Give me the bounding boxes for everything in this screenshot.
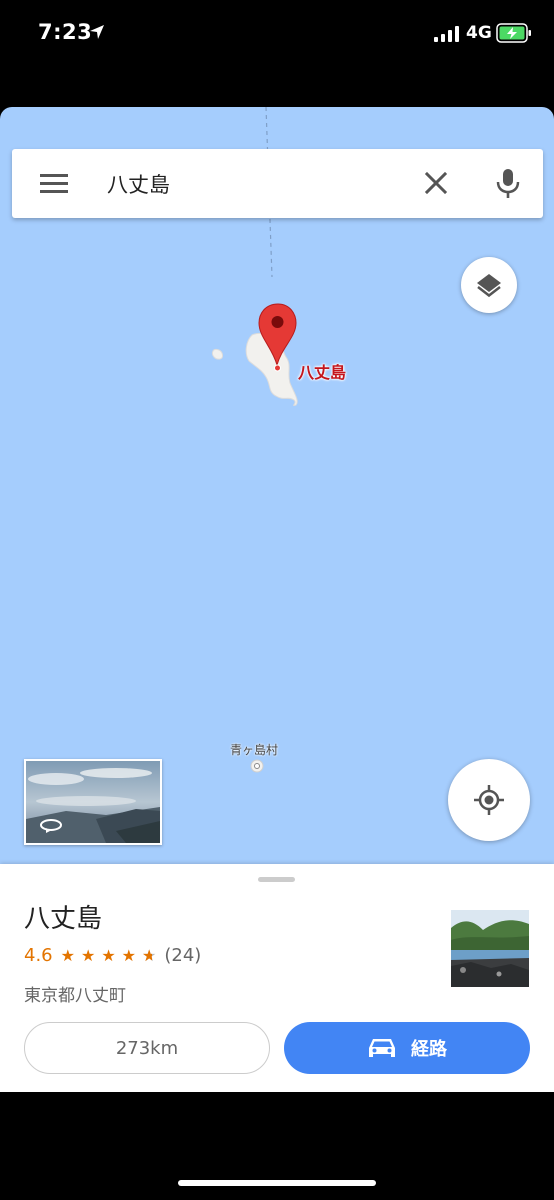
map-view[interactable]: 八丈島 青ヶ島村 [0, 107, 554, 867]
home-indicator[interactable] [178, 1180, 376, 1186]
place-photo-image [451, 910, 529, 987]
search-input[interactable]: 八丈島 [107, 169, 170, 199]
signal-bars-icon [434, 26, 459, 42]
map-label-hachijojima[interactable]: 八丈島 [298, 359, 346, 383]
place-photo[interactable] [451, 910, 529, 987]
my-location-button[interactable] [448, 759, 530, 841]
directions-button[interactable]: 経路 [284, 1022, 530, 1074]
star-rating: ★★★★★ [61, 946, 163, 965]
network-type: 4G [466, 23, 492, 43]
status-time: 7:23 [38, 20, 93, 44]
rotate-360-icon [40, 819, 62, 833]
layers-icon [477, 274, 501, 298]
close-icon[interactable] [422, 169, 450, 197]
distance-label: 273km [115, 1037, 179, 1059]
review-count: (24) [164, 944, 202, 966]
kojima-island [212, 348, 223, 360]
place-sheet[interactable]: 八丈島 4.6 ★★★★★ (24) 東京都八丈町 273km [0, 864, 554, 1092]
half-star-icon: ★ [142, 946, 162, 965]
search-bar[interactable]: 八丈島 [12, 149, 543, 218]
distance-button[interactable]: 273km [24, 1022, 270, 1074]
battery-charging-icon [496, 23, 531, 43]
directions-label: 経路 [411, 1039, 447, 1060]
menu-icon[interactable] [40, 171, 68, 195]
rating-value: 4.6 [24, 944, 53, 966]
location-arrow-icon [90, 25, 104, 39]
status-bar: 7:23 4G [0, 0, 554, 70]
my-location-icon [474, 785, 504, 815]
place-name: 八丈島 [24, 904, 103, 934]
microphone-icon[interactable] [494, 167, 522, 199]
map-label-aogashima[interactable]: 青ヶ島村 [230, 741, 278, 758]
car-icon [369, 1039, 395, 1057]
street-view-thumbnail[interactable] [24, 759, 162, 845]
rating-row[interactable]: 4.6 ★★★★★ (24) [24, 943, 201, 967]
sheet-drag-handle[interactable] [258, 877, 295, 882]
place-address: 東京都八丈町 [24, 986, 126, 1006]
layers-button[interactable] [461, 257, 517, 313]
aogashima-dot [254, 763, 260, 769]
screen: 7:23 4G 八丈島 青ヶ島村 八丈島 八丈島 4.6 ★★★★★ ★ (24… [0, 0, 554, 1200]
